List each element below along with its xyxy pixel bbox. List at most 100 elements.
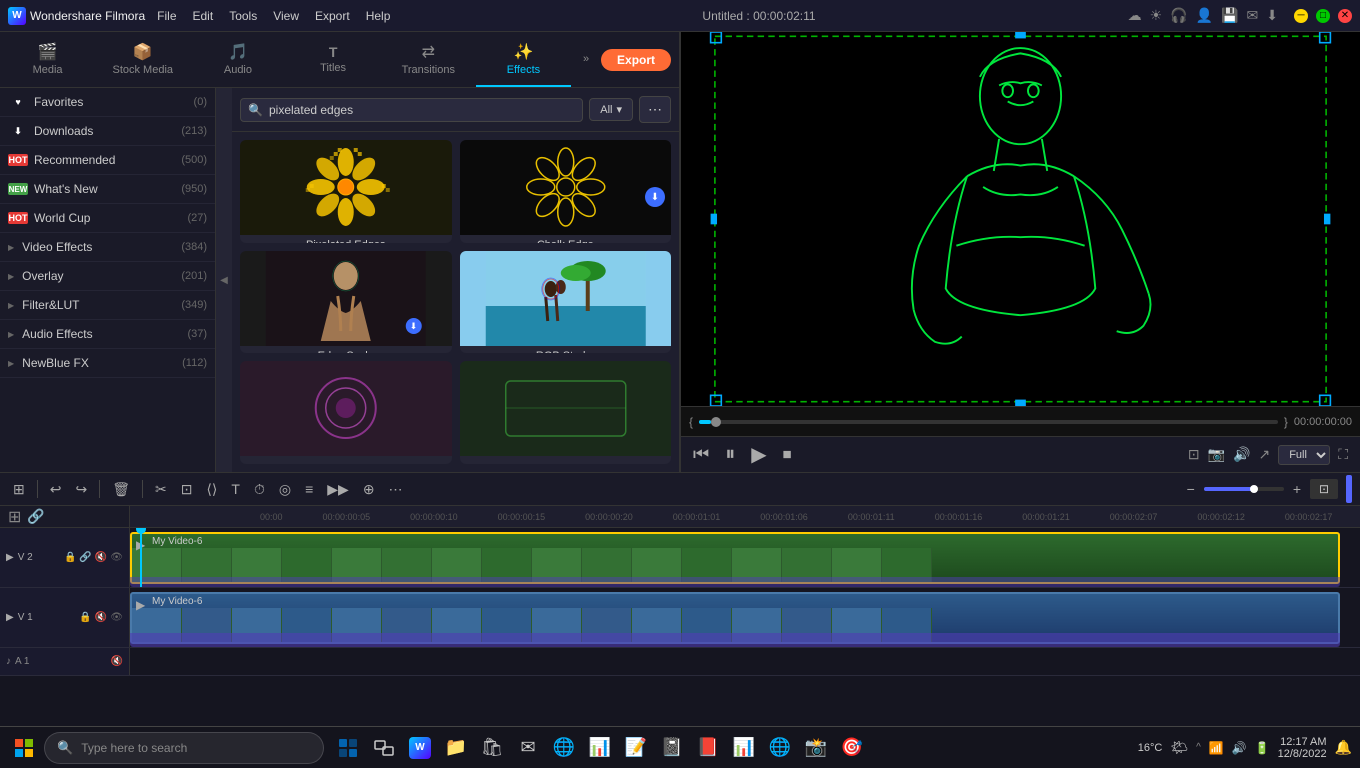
track-v1-lock[interactable]: 🔒	[79, 612, 91, 623]
fullscreen-icon[interactable]: ⛶	[1338, 446, 1348, 463]
track-v2-eye[interactable]: 👁	[110, 552, 123, 563]
effect-card-pixelated-edges[interactable]: Pixelated Edges	[240, 140, 452, 243]
track-v1-eye[interactable]: 👁	[110, 612, 123, 623]
notification-area[interactable]: ^	[1196, 742, 1201, 753]
menu-view[interactable]: View	[273, 9, 299, 23]
grid-options-button[interactable]: ⋯	[639, 96, 671, 123]
effect-card-6[interactable]	[460, 361, 672, 464]
zoom-in-icon[interactable]: +	[1288, 478, 1306, 500]
track-v1-mute[interactable]: 🔇	[95, 612, 107, 623]
stop-button[interactable]: ⏹	[783, 444, 792, 465]
minimize-button[interactable]: ─	[1294, 9, 1308, 23]
zoom-handle[interactable]	[1250, 485, 1258, 493]
search-input[interactable]	[240, 98, 583, 122]
zoom-slider[interactable]	[1204, 487, 1284, 491]
menu-edit[interactable]: Edit	[193, 9, 214, 23]
tab-stock-media[interactable]: 📦 Stock Media	[95, 32, 190, 87]
taskbar-excel[interactable]: 📊	[584, 732, 616, 764]
cloud-icon[interactable]: ☁	[1128, 7, 1142, 24]
taskbar-search[interactable]: 🔍 Type here to search	[44, 732, 324, 764]
taskbar-onenote[interactable]: 📓	[656, 732, 688, 764]
split-tool[interactable]: ⟨⟩	[201, 478, 222, 501]
taskbar-app-14[interactable]: 🎯	[836, 732, 868, 764]
network-icon[interactable]: 📶	[1209, 741, 1224, 755]
menu-help[interactable]: Help	[366, 9, 391, 23]
fit-screen-icon[interactable]: ⊡	[1188, 446, 1200, 463]
email-icon[interactable]: ✉	[1247, 7, 1259, 24]
timer-tool[interactable]: ⏱	[249, 478, 270, 501]
redo-button[interactable]: ↪	[70, 478, 92, 501]
taskbar-word[interactable]: 📝	[620, 732, 652, 764]
sidebar-item-video-effects[interactable]: Video Effects (384)	[0, 233, 215, 262]
close-button[interactable]: ✕	[1338, 9, 1352, 23]
sound-icon[interactable]: 🔊	[1232, 741, 1247, 755]
timeline-add-track[interactable]: ⊞	[8, 507, 21, 527]
tab-expand[interactable]: »	[571, 32, 601, 87]
taskbar-time-date[interactable]: 12:17 AM 12/8/2022	[1278, 736, 1327, 760]
taskbar-app-10[interactable]: 📕	[692, 732, 724, 764]
track-v2-link[interactable]: 🔗	[79, 552, 91, 563]
fit-timeline-button[interactable]: ⊡	[1310, 479, 1338, 499]
target-tool[interactable]: ◎	[274, 478, 296, 501]
tab-titles[interactable]: T Titles	[286, 32, 381, 87]
speed-tool[interactable]: ▶▶	[322, 478, 354, 501]
effect-card-chalk-edge[interactable]: ⬇ Chalk Edge	[460, 140, 672, 243]
panel-collapse-button[interactable]: ◀	[216, 88, 232, 472]
taskbar-widgets[interactable]	[332, 732, 364, 764]
menu-export[interactable]: Export	[315, 9, 350, 23]
sidebar-item-audio-effects[interactable]: Audio Effects (37)	[0, 320, 215, 349]
save-icon[interactable]: 💾	[1221, 7, 1238, 24]
scrubber-handle[interactable]	[711, 417, 721, 427]
quality-select[interactable]: Full 1/2 1/4	[1278, 445, 1330, 465]
taskbar-store[interactable]: 🛍	[476, 732, 508, 764]
start-button[interactable]	[8, 732, 40, 764]
maximize-button[interactable]: □	[1316, 9, 1330, 23]
taskbar-mail[interactable]: ✉	[512, 732, 544, 764]
track-v2-lock[interactable]: 🔒	[64, 552, 76, 563]
notification-bell[interactable]: 🔔	[1335, 739, 1352, 756]
tab-transitions[interactable]: ⇄ Transitions	[381, 32, 476, 87]
effect-card-5[interactable]	[240, 361, 452, 464]
download-icon[interactable]: ⬇	[1266, 7, 1278, 24]
more-tools[interactable]: ⋯	[384, 478, 408, 501]
crop-tool[interactable]: ⊡	[176, 478, 198, 501]
cut-button[interactable]: ✂	[150, 478, 172, 501]
sidebar-item-recommended[interactable]: HOT Recommended (500)	[0, 146, 215, 175]
menu-file[interactable]: File	[157, 9, 176, 23]
sidebar-item-favorites[interactable]: ♥ Favorites (0)	[0, 88, 215, 117]
sidebar-item-filter-lut[interactable]: Filter&LUT (349)	[0, 291, 215, 320]
export-button[interactable]: Export	[601, 49, 671, 71]
user-icon[interactable]: 👤	[1196, 7, 1213, 24]
sidebar-item-world-cup[interactable]: HOT World Cup (27)	[0, 204, 215, 233]
share-icon[interactable]: ↗	[1258, 446, 1270, 463]
zoom-out-icon[interactable]: −	[1182, 478, 1200, 500]
stabilize-tool[interactable]: ⊕	[358, 478, 380, 501]
play-button[interactable]: ▶	[751, 442, 766, 467]
grid-view-icon[interactable]: ⊞	[8, 478, 30, 501]
sidebar-item-downloads[interactable]: ⬇ Downloads (213)	[0, 117, 215, 146]
volume-preview-icon[interactable]: 🔊	[1233, 446, 1250, 463]
sun-icon[interactable]: ☀	[1150, 7, 1163, 24]
tab-audio[interactable]: 🎵 Audio	[190, 32, 285, 87]
tab-effects[interactable]: ✨ Effects	[476, 32, 571, 87]
battery-icon[interactable]: 🔋	[1255, 741, 1270, 755]
snapshot-icon[interactable]: 📷	[1208, 446, 1225, 463]
menu-tools[interactable]: Tools	[229, 9, 257, 23]
taskbar-instagram[interactable]: 📸	[800, 732, 832, 764]
taskbar-edge[interactable]: 🌐	[548, 732, 580, 764]
effect-card-edge-scale[interactable]: ⬇ Edge Scale	[240, 251, 452, 354]
taskbar-filmora[interactable]: W	[404, 732, 436, 764]
delete-button[interactable]: 🗑	[107, 478, 135, 501]
timeline-magnet[interactable]: 🔗	[27, 508, 44, 525]
track-v2-mute[interactable]: 🔇	[95, 552, 107, 563]
headphone-icon[interactable]: 🎧	[1170, 7, 1187, 24]
play-pause-button[interactable]: ⏸	[725, 443, 735, 466]
text-tool[interactable]: T	[226, 478, 245, 500]
tab-media[interactable]: 🎬 Media	[0, 32, 95, 87]
taskbar-app-12[interactable]: 🌐	[764, 732, 796, 764]
scrubber-track[interactable]	[699, 420, 1278, 424]
effect-card-rgb-stroke[interactable]: RGB Stroke	[460, 251, 672, 354]
step-back-button[interactable]: ⏮	[693, 444, 709, 465]
taskbar-file-explorer[interactable]: 📁	[440, 732, 472, 764]
undo-button[interactable]: ↩	[45, 478, 67, 501]
